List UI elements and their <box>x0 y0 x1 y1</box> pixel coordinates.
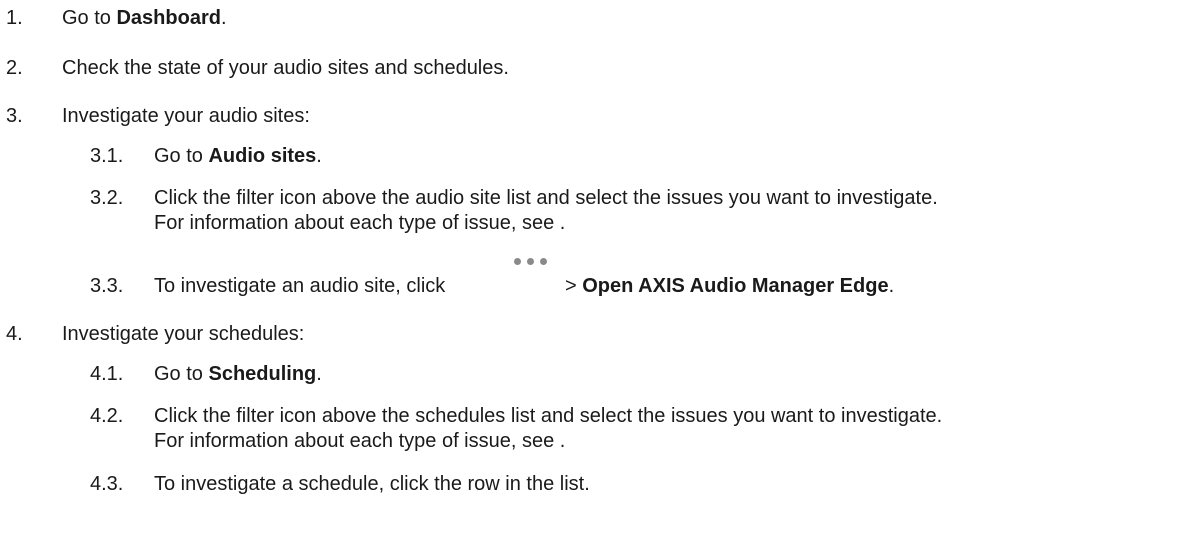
substep-number: 3.2. <box>90 187 124 209</box>
substep-text-line2: For information about each type of issue… <box>154 212 566 234</box>
substep-number: 4.3. <box>90 473 124 495</box>
substep-text-line1: Click the filter icon above the schedule… <box>154 405 943 427</box>
step-number: 1. <box>6 7 23 29</box>
substep-text-b: > Open AXIS Audio Manager Edge. <box>565 275 895 297</box>
substep-text: Go to Audio sites. <box>154 145 322 167</box>
substep-number: 4.1. <box>90 363 124 385</box>
ui-term-audio-sites: Audio sites <box>208 145 317 167</box>
ui-term-scheduling: Scheduling <box>208 363 317 385</box>
step-number: 4. <box>6 323 23 345</box>
step-number: 2. <box>6 57 23 79</box>
substep-text-a: To investigate an audio site, click <box>154 275 446 297</box>
ui-term-dashboard: Dashboard <box>116 7 221 29</box>
substep-text-line1: Click the filter icon above the audio si… <box>154 187 938 209</box>
substep-text: Go to Scheduling. <box>154 363 322 385</box>
substep-number: 4.2. <box>90 405 124 427</box>
step-text: Check the state of your audio sites and … <box>62 57 509 79</box>
substep-number: 3.1. <box>90 145 124 167</box>
more-options-icon <box>514 258 547 266</box>
substep-text: To investigate a schedule, click the row… <box>154 473 590 495</box>
step-text: Go to Dashboard. <box>62 7 227 29</box>
ui-term-open-axis-audio-manager-edge: Open AXIS Audio Manager Edge <box>582 275 889 297</box>
substep-text-line2: For information about each type of issue… <box>154 430 566 452</box>
substep-number: 3.3. <box>90 275 124 297</box>
step-text: Investigate your audio sites: <box>62 105 310 127</box>
step-text: Investigate your schedules: <box>62 323 305 345</box>
step-number: 3. <box>6 105 23 127</box>
